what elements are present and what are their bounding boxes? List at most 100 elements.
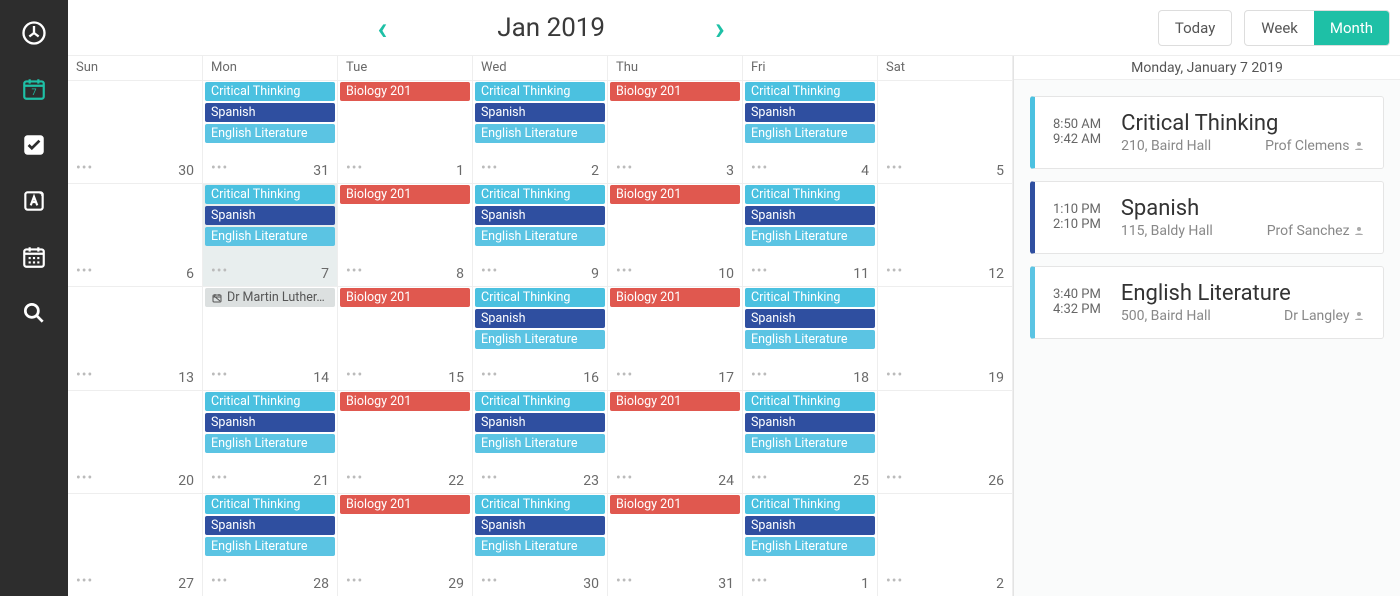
cell-menu-icon[interactable]: ••• bbox=[346, 367, 363, 383]
calendar-cell[interactable]: Biology 20122••• bbox=[338, 390, 473, 493]
calendar-event[interactable]: Spanish bbox=[745, 309, 875, 328]
calendar-event[interactable]: Biology 201 bbox=[610, 288, 740, 307]
calendar-cell[interactable]: Critical Thinking Spanish English Literatu… bbox=[203, 493, 338, 596]
calendar-event[interactable]: Spanish bbox=[205, 516, 335, 535]
calendar-cell[interactable]: Biology 20117••• bbox=[608, 286, 743, 389]
search-icon[interactable] bbox=[19, 298, 49, 328]
calendar-event[interactable]: Spanish bbox=[745, 103, 875, 122]
calendar-event[interactable]: Critical Thinking bbox=[475, 185, 605, 204]
calendar-cell[interactable]: Critical Thinking Spanish English Literatu… bbox=[203, 183, 338, 286]
calendar-cell[interactable]: Dr Martin Luther…14••• bbox=[203, 286, 338, 389]
calendar-event[interactable]: English Literature bbox=[205, 124, 335, 143]
calendar-cell[interactable]: Biology 20131••• bbox=[608, 493, 743, 596]
calendar-event[interactable]: Biology 201 bbox=[610, 392, 740, 411]
cell-menu-icon[interactable]: ••• bbox=[751, 160, 768, 176]
calendar-event[interactable]: Spanish bbox=[475, 309, 605, 328]
calendar-event[interactable]: Biology 201 bbox=[610, 82, 740, 101]
calendar-event[interactable]: Biology 201 bbox=[340, 392, 470, 411]
calendar-event[interactable]: Biology 201 bbox=[610, 495, 740, 514]
calendar-cell[interactable]: Critical Thinking Spanish English Literatu… bbox=[743, 286, 878, 389]
calendar-cell[interactable]: Critical ThinkingSpanishEnglish Literatu… bbox=[743, 390, 878, 493]
class-card[interactable]: 8:50 AM9:42 AMCritical Thinking210, Bair… bbox=[1030, 96, 1384, 169]
cell-menu-icon[interactable]: ••• bbox=[346, 573, 363, 589]
calendar-event[interactable]: Critical Thinking bbox=[205, 185, 335, 204]
cell-menu-icon[interactable]: ••• bbox=[616, 160, 633, 176]
calendar-event[interactable]: English Literature bbox=[205, 227, 335, 246]
cell-menu-icon[interactable]: ••• bbox=[211, 263, 228, 279]
schedule-icon[interactable] bbox=[19, 242, 49, 272]
calendar-cell[interactable]: Biology 20115••• bbox=[338, 286, 473, 389]
month-view-button[interactable]: Month bbox=[1314, 11, 1389, 45]
calendar-cell[interactable]: 20••• bbox=[68, 390, 203, 493]
calendar-event[interactable]: English Literature bbox=[745, 124, 875, 143]
week-view-button[interactable]: Week bbox=[1245, 11, 1314, 45]
calendar-cell[interactable]: Critical ThinkingSpanishEnglish Literatu… bbox=[473, 286, 608, 389]
calendar-event[interactable]: Spanish bbox=[205, 413, 335, 432]
next-month-button[interactable]: › bbox=[715, 9, 725, 47]
calendar-cell[interactable]: Critical ThinkingSpanishEnglish Literatu… bbox=[743, 183, 878, 286]
cell-menu-icon[interactable]: ••• bbox=[886, 470, 903, 486]
calendar-event[interactable]: Critical Thinking bbox=[745, 288, 875, 307]
calendar-event[interactable]: Critical Thinking bbox=[205, 82, 335, 101]
today-button[interactable]: Today bbox=[1158, 10, 1232, 46]
cell-menu-icon[interactable]: ••• bbox=[76, 470, 93, 486]
calendar-cell[interactable]: 12••• bbox=[878, 183, 1013, 286]
calendar-cell[interactable]: Critical ThinkingSpanishEnglish Literatu… bbox=[473, 183, 608, 286]
calendar-event[interactable]: Biology 201 bbox=[610, 185, 740, 204]
calendar-cell[interactable]: Critical ThinkingSpanishEnglish Literatu… bbox=[473, 390, 608, 493]
calendar-event[interactable]: English Literature bbox=[745, 537, 875, 556]
calendar-cell[interactable]: 26••• bbox=[878, 390, 1013, 493]
calendar-event[interactable]: Spanish bbox=[205, 103, 335, 122]
cell-menu-icon[interactable]: ••• bbox=[481, 160, 498, 176]
calendar-cell[interactable]: Critical ThinkingSpanishEnglish Literatu… bbox=[743, 80, 878, 183]
cell-menu-icon[interactable]: ••• bbox=[481, 263, 498, 279]
calendar-event[interactable]: English Literature bbox=[205, 434, 335, 453]
cell-menu-icon[interactable]: ••• bbox=[886, 573, 903, 589]
cell-menu-icon[interactable]: ••• bbox=[76, 573, 93, 589]
cell-menu-icon[interactable]: ••• bbox=[886, 367, 903, 383]
calendar-event[interactable]: Spanish bbox=[205, 206, 335, 225]
cell-menu-icon[interactable]: ••• bbox=[886, 263, 903, 279]
cell-menu-icon[interactable]: ••• bbox=[346, 470, 363, 486]
cell-menu-icon[interactable]: ••• bbox=[76, 367, 93, 383]
cell-menu-icon[interactable]: ••• bbox=[346, 160, 363, 176]
calendar-event[interactable]: English Literature bbox=[205, 537, 335, 556]
calendar-icon[interactable]: 7 bbox=[19, 74, 49, 104]
calendar-event[interactable]: Biology 201 bbox=[340, 185, 470, 204]
cell-menu-icon[interactable]: ••• bbox=[76, 160, 93, 176]
class-card[interactable]: 1:10 PM2:10 PMSpanish115, Baldy HallProf… bbox=[1030, 181, 1384, 254]
calendar-cell[interactable]: Critical ThinkingSpanishEnglish Literatu… bbox=[473, 493, 608, 596]
calendar-event[interactable]: English Literature bbox=[745, 330, 875, 349]
cell-menu-icon[interactable]: ••• bbox=[616, 367, 633, 383]
cell-menu-icon[interactable]: ••• bbox=[481, 470, 498, 486]
cell-menu-icon[interactable]: ••• bbox=[616, 470, 633, 486]
calendar-event[interactable]: Critical Thinking bbox=[205, 392, 335, 411]
cell-menu-icon[interactable]: ••• bbox=[211, 573, 228, 589]
calendar-event[interactable]: Critical Thinking bbox=[745, 185, 875, 204]
calendar-event[interactable]: English Literature bbox=[475, 537, 605, 556]
calendar-cell[interactable]: 19••• bbox=[878, 286, 1013, 389]
calendar-cell[interactable]: Biology 20124••• bbox=[608, 390, 743, 493]
calendar-event[interactable]: English Literature bbox=[745, 434, 875, 453]
cell-menu-icon[interactable]: ••• bbox=[481, 573, 498, 589]
cell-menu-icon[interactable]: ••• bbox=[616, 573, 633, 589]
calendar-cell[interactable]: 27••• bbox=[68, 493, 203, 596]
calendar-event[interactable]: English Literature bbox=[745, 227, 875, 246]
cell-menu-icon[interactable]: ••• bbox=[751, 470, 768, 486]
calendar-event[interactable]: Biology 201 bbox=[340, 82, 470, 101]
calendar-event[interactable]: Critical Thinking bbox=[475, 495, 605, 514]
tasks-icon[interactable] bbox=[19, 130, 49, 160]
calendar-cell[interactable]: Biology 2013••• bbox=[608, 80, 743, 183]
grades-icon[interactable]: + bbox=[19, 186, 49, 216]
calendar-cell[interactable]: Critical ThinkingSpanishEnglish Literatu… bbox=[473, 80, 608, 183]
calendar-cell[interactable]: 5••• bbox=[878, 80, 1013, 183]
cell-menu-icon[interactable]: ••• bbox=[481, 367, 498, 383]
calendar-cell[interactable]: 30••• bbox=[68, 80, 203, 183]
cell-menu-icon[interactable]: ••• bbox=[751, 573, 768, 589]
cell-menu-icon[interactable]: ••• bbox=[751, 367, 768, 383]
calendar-event[interactable]: Spanish bbox=[475, 413, 605, 432]
calendar-event[interactable]: Critical Thinking bbox=[205, 495, 335, 514]
cell-menu-icon[interactable]: ••• bbox=[751, 263, 768, 279]
calendar-cell[interactable]: 2••• bbox=[878, 493, 1013, 596]
calendar-cell[interactable]: 6••• bbox=[68, 183, 203, 286]
